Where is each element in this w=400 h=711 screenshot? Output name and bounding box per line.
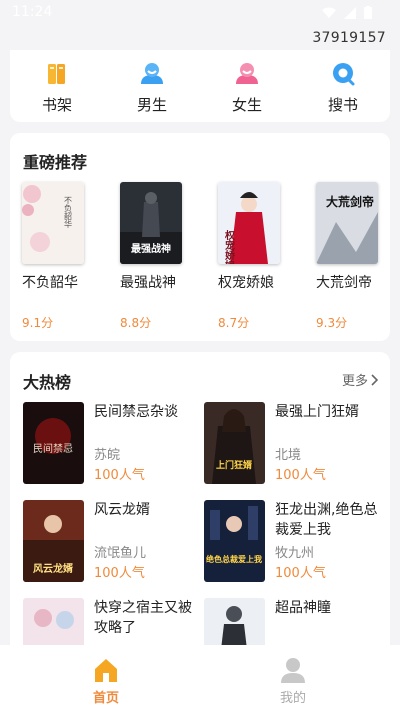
hot-book-item[interactable]: 民间禁忌 民间禁忌杂谈 苏皖 100人气 — [23, 402, 203, 484]
hot-book-item[interactable]: 超品神瞳 — [204, 598, 384, 652]
book-author: 流氓鱼儿 — [94, 546, 147, 561]
nav-bookshelf-label: 书架 — [41, 96, 72, 114]
cover-title: 民间禁忌 — [33, 442, 73, 455]
book-title: 权宠娇娘 — [218, 275, 274, 291]
book-cover: 权宠娇娘 — [218, 182, 280, 264]
battery-icon — [364, 6, 372, 19]
cover-title: 上门狂婿 — [216, 459, 253, 471]
bottom-tab-bar: 首页 我的 — [0, 645, 400, 711]
nav-search[interactable]: 搜书 — [303, 60, 383, 115]
system-icons — [322, 6, 372, 19]
book-title: 狂龙出渊,绝色总裁爱上我 — [275, 502, 378, 538]
book-score: 9.3分 — [316, 316, 348, 330]
book-title: 不负韶华 — [22, 275, 78, 291]
recommend-book[interactable]: 权宠娇娘 权宠娇娘 8.7分 — [218, 182, 288, 331]
more-label: 更多 — [341, 374, 368, 389]
book-title: 大荒剑帝 — [316, 275, 372, 291]
book-cover: 最强战神 — [120, 182, 182, 264]
chevron-right-icon — [371, 373, 378, 386]
tab-home[interactable]: 首页 — [76, 655, 136, 706]
book-author: 牧九州 — [275, 546, 315, 561]
search-icon — [333, 63, 355, 86]
book-popularity: 100人气 — [275, 566, 326, 581]
book-popularity: 100人气 — [94, 468, 145, 483]
hot-book-item[interactable]: 上门狂婿 最强上门狂婿 北境 100人气 — [204, 402, 384, 484]
book-score: 9.1分 — [22, 316, 54, 330]
status-bar: 11:24 — [0, 0, 400, 28]
book-popularity: 100人气 — [275, 468, 326, 483]
book-cover: 大荒剑帝 — [316, 182, 378, 264]
nav-search-label: 搜书 — [327, 96, 358, 114]
wifi-icon — [322, 7, 336, 18]
book-author: 苏皖 — [94, 448, 121, 463]
recommend-book[interactable]: 大荒剑帝 大荒剑帝 9.3分 — [316, 182, 386, 331]
cover-title: 不负韶华 — [64, 196, 73, 229]
tab-home-label: 首页 — [92, 691, 119, 706]
book-cover — [23, 598, 84, 652]
hot-ranking-title: 大热榜 — [23, 373, 72, 392]
recommend-book[interactable]: 不负韶华 不负韶华 9.1分 — [22, 182, 92, 331]
nav-female[interactable]: 女生 — [207, 60, 287, 115]
book-author: 北境 — [275, 448, 302, 463]
cover-title: 风云龙婿 — [33, 562, 74, 575]
nav-male[interactable]: 男生 — [112, 60, 192, 115]
hot-ranking-section: 大热榜 更多 民间禁忌 民间禁忌杂谈 苏皖 100人气 上门狂婿 最强上门狂婿 — [10, 352, 390, 652]
nav-bookshelf[interactable]: 书架 — [17, 60, 97, 115]
category-nav: 书架 男生 女生 搜书 — [10, 50, 390, 122]
book-cover: 绝色总裁爱上我 — [204, 500, 265, 582]
book-title: 快穿之宿主又被攻略了 — [94, 600, 192, 636]
user-id: 37919157 — [312, 30, 386, 46]
book-score: 8.7分 — [218, 316, 250, 330]
book-cover — [204, 598, 265, 652]
nav-female-label: 女生 — [231, 96, 262, 114]
book-cover: 风云龙婿 — [23, 500, 84, 582]
female-icon — [236, 63, 258, 84]
book-cover: 上门狂婿 — [204, 402, 265, 484]
more-button[interactable]: 更多 — [342, 370, 378, 389]
nav-male-label: 男生 — [136, 96, 167, 114]
male-icon — [141, 63, 163, 84]
hot-book-item[interactable]: 绝色总裁爱上我 狂龙出渊,绝色总裁爱上我 牧九州 100人气 — [204, 500, 384, 582]
book-cover: 民间禁忌 — [23, 402, 84, 484]
book-title: 最强战神 — [120, 275, 176, 291]
tab-mine-label: 我的 — [279, 691, 306, 706]
book-title: 最强上门狂婿 — [275, 404, 359, 420]
cover-title: 大荒剑帝 — [326, 194, 374, 209]
bookshelf-icon — [48, 64, 65, 84]
signal-icon — [344, 6, 356, 19]
recommend-section: 重磅推荐 不负韶华 不负韶华 9.1分 最强战神 最强战神 8.8分 权宠娇娘 … — [10, 133, 390, 341]
user-icon — [281, 658, 305, 683]
book-title: 民间禁忌杂谈 — [94, 404, 178, 420]
cover-title: 绝色总裁爱上我 — [206, 554, 262, 564]
book-score: 8.8分 — [120, 316, 152, 330]
book-cover: 不负韶华 — [22, 182, 84, 264]
hot-book-item[interactable]: 风云龙婿 风云龙婿 流氓鱼儿 100人气 — [23, 500, 203, 582]
book-popularity: 100人气 — [94, 566, 145, 581]
tab-mine[interactable]: 我的 — [263, 655, 323, 706]
recommend-title: 重磅推荐 — [23, 153, 88, 172]
status-time: 11:24 — [12, 4, 53, 20]
book-title: 超品神瞳 — [275, 600, 331, 616]
hot-book-item[interactable]: 快穿之宿主又被攻略了 — [23, 598, 203, 652]
recommend-book[interactable]: 最强战神 最强战神 8.8分 — [120, 182, 190, 331]
home-icon — [95, 659, 117, 682]
cover-title: 最强战神 — [131, 242, 171, 255]
book-title: 风云龙婿 — [94, 502, 150, 518]
